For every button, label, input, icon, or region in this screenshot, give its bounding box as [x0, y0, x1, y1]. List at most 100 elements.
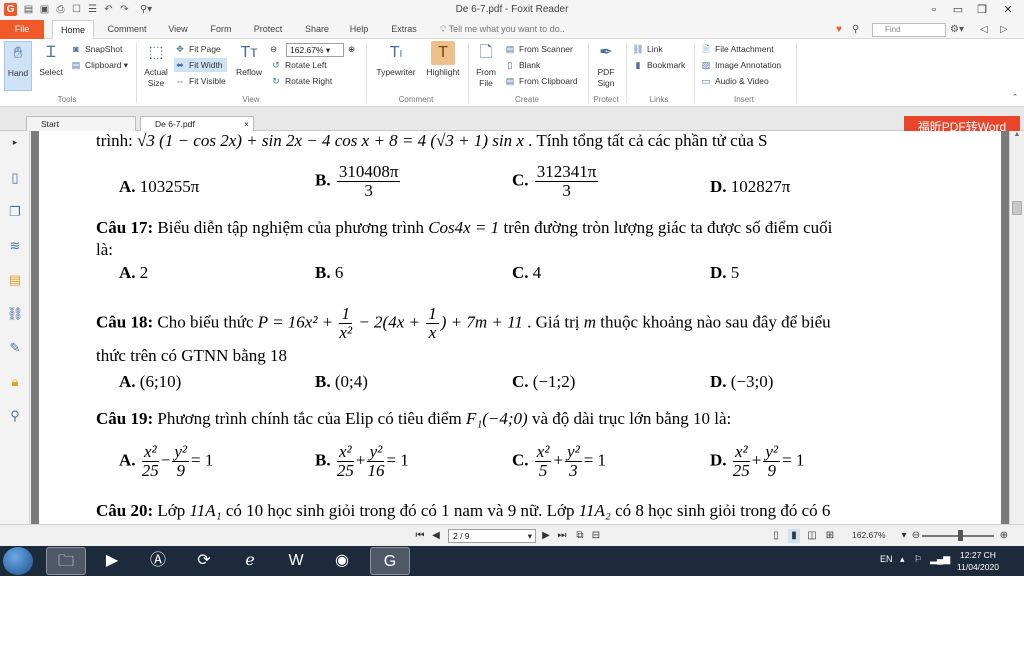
zoom-level-select[interactable]: 162.67% ▾	[286, 43, 344, 57]
internet-explorer-icon[interactable]: ℯ	[230, 547, 270, 575]
signal-icon[interactable]: ▂▄▆	[930, 554, 950, 565]
typewriter-button[interactable]: TI Typewriter	[372, 41, 420, 78]
facing-page-icon[interactable]: ◫	[806, 529, 818, 543]
search-options-icon[interactable]: ⚲	[852, 23, 859, 36]
from-scanner-button[interactable]: ▤ From Scanner	[504, 42, 573, 56]
q16-option-a: A. 103255π	[119, 177, 199, 197]
app-a-icon[interactable]: Ⓐ	[138, 547, 178, 575]
zoom-slider-handle[interactable]	[958, 530, 963, 541]
image-annotation-button[interactable]: ▨ Image Annotation	[700, 58, 781, 72]
q18-option-a: A. (6;10)	[119, 372, 181, 392]
tab-extras[interactable]: Extras	[384, 20, 424, 39]
signatures-panel-icon[interactable]: ✎	[6, 339, 24, 357]
snapshot-button[interactable]: ◙ SnapShot	[70, 42, 122, 56]
clipboard-button[interactable]: ▤ Clipboard ▾	[70, 58, 128, 72]
close-icon[interactable]: ✕	[998, 2, 1018, 18]
windows-start-icon[interactable]	[3, 547, 33, 575]
last-page-icon[interactable]: ⏭	[556, 529, 568, 543]
status-zoom-in-icon[interactable]: ⊕	[998, 529, 1010, 543]
tab-form[interactable]: Form	[202, 20, 240, 39]
zoom-in-icon[interactable]: ⊕	[348, 42, 355, 56]
tab-home[interactable]: Home	[52, 20, 94, 40]
from-clipboard-button[interactable]: ▤ From Clipboard	[504, 74, 578, 88]
audio-video-button[interactable]: ▭ Audio & Video	[700, 74, 769, 88]
prev-result-icon[interactable]: ◁	[980, 23, 988, 36]
find-input[interactable]: Find	[872, 23, 946, 37]
vertical-scrollbar[interactable]: ▲	[1009, 131, 1024, 524]
bookmark-button[interactable]: ▮ Bookmark	[632, 58, 686, 72]
actual-size-button[interactable]: ⬚ Actual Size	[140, 41, 172, 89]
next-result-icon[interactable]: ▷	[1000, 23, 1008, 36]
first-page-icon[interactable]: ⏮	[414, 529, 426, 543]
question-20: Câu 20: Lớp 11A₁ có 10 học sinh giỏi tro…	[96, 501, 830, 521]
fit-width-button[interactable]: ⬌ Fit Width	[174, 58, 227, 72]
audio-video-label: Audio & Video	[715, 76, 769, 86]
tell-me-box[interactable]: 💡︎ Tell me what you want to do..	[440, 20, 565, 39]
continuous-page-icon[interactable]: ▮	[788, 529, 800, 543]
status-zoom-level[interactable]: 162.67%	[852, 530, 886, 540]
reflow-button[interactable]: Tт Reflow	[232, 41, 266, 78]
security-lock-icon[interactable]: 🔒︎	[6, 373, 24, 391]
language-indicator[interactable]: EN	[880, 554, 893, 564]
tab-file[interactable]: File	[0, 20, 44, 39]
scrollbar-thumb[interactable]	[1012, 201, 1022, 215]
rotate-right-button[interactable]: ↻ Rotate Right	[270, 74, 332, 88]
thumbnails-icon[interactable]: ❐	[6, 203, 24, 221]
pdf-sign-button[interactable]: ✒︎ PDF Sign	[592, 41, 620, 89]
tab-current-label: De 6-7.pdf	[155, 119, 195, 129]
select-tool-button[interactable]: Ɪ Select	[36, 41, 66, 78]
network-icon[interactable]: ⚐	[914, 554, 922, 565]
blank-button[interactable]: ▯ Blank	[504, 58, 541, 72]
next-page-icon[interactable]: ▶	[540, 529, 552, 543]
close-tab-icon[interactable]: ×	[244, 117, 249, 131]
expand-panel-icon[interactable]: ▸	[6, 133, 24, 151]
zoom-out-icon[interactable]: ⊖	[270, 42, 277, 56]
tab-help[interactable]: Help	[342, 20, 376, 39]
page-view-icon[interactable]: ⧉	[574, 529, 586, 543]
tab-start[interactable]: Start	[26, 116, 136, 131]
collapse-ribbon-icon[interactable]: ⌃	[1012, 91, 1018, 105]
attachments-panel-icon[interactable]: ⛓︎	[6, 305, 24, 323]
tab-comment[interactable]: Comment	[102, 20, 152, 39]
continuous-facing-icon[interactable]: ⊞	[824, 529, 836, 543]
single-page-icon[interactable]: ▯	[770, 529, 782, 543]
tab-share[interactable]: Share	[298, 20, 336, 39]
text-fragment: có 10 học sinh giỏi trong đó có 1 nam và…	[221, 501, 579, 520]
prev-page-icon[interactable]: ◀	[430, 529, 442, 543]
scroll-up-icon[interactable]: ▲	[1010, 131, 1024, 138]
rotate-left-button[interactable]: ↺ Rotate Left	[270, 58, 326, 72]
fit-page-button[interactable]: ✥ Fit Page	[174, 42, 220, 56]
fit-visible-button[interactable]: ⇔ Fit Visible	[174, 74, 226, 88]
restore-icon[interactable]: ❐	[972, 2, 992, 18]
page-number-input[interactable]: 2 / 9 ▾	[448, 529, 536, 543]
file-attachment-button[interactable]: 🗎︎ File Attachment	[700, 42, 773, 56]
tab-protect[interactable]: Protect	[246, 20, 290, 39]
from-file-button[interactable]: 🗋︎ From File	[472, 41, 500, 89]
settings-gear-icon[interactable]: ⚙▾	[950, 23, 964, 36]
word-icon[interactable]: W	[276, 547, 316, 575]
tab-current-document[interactable]: De 6-7.pdf ×	[140, 116, 254, 131]
link-button[interactable]: ⛓︎ Link	[632, 42, 662, 56]
hand-icon: ✋︎	[13, 45, 23, 62]
tray-expand-icon[interactable]: ▴	[900, 554, 905, 565]
system-clock[interactable]: 12:27 CH 11/04/2020	[950, 549, 1006, 573]
extract-page-icon[interactable]: ⊟	[590, 529, 602, 543]
heart-icon[interactable]: ♥	[836, 23, 842, 36]
pages-panel-icon[interactable]: ▯	[6, 169, 24, 187]
firefox-icon[interactable]: ◉	[322, 547, 362, 575]
media-player-icon[interactable]: ▶	[92, 547, 132, 575]
file-explorer-icon[interactable]: 🗀︎	[46, 547, 86, 575]
highlight-button[interactable]: T Highlight	[422, 41, 464, 78]
zoom-dropdown-icon[interactable]: ▾	[898, 529, 910, 543]
status-zoom-out-icon[interactable]: ⊖	[910, 529, 922, 543]
minimize-icon[interactable]: ▭	[948, 2, 968, 18]
document-canvas[interactable]: trình: √3 (1 − cos 2x) + sin 2x − 4 cos …	[31, 131, 1009, 524]
user-search-icon[interactable]: ⚲	[6, 407, 24, 425]
tab-view[interactable]: View	[160, 20, 196, 39]
app-green-icon[interactable]: ⟳	[184, 547, 224, 575]
hand-tool-button[interactable]: ✋︎ Hand	[4, 41, 32, 91]
ribbon-display-icon[interactable]: ▫	[924, 2, 944, 18]
foxit-taskbar-icon[interactable]: G	[370, 547, 410, 575]
layers-icon[interactable]: ≋	[6, 237, 24, 255]
comments-panel-icon[interactable]: ▤	[6, 271, 24, 289]
